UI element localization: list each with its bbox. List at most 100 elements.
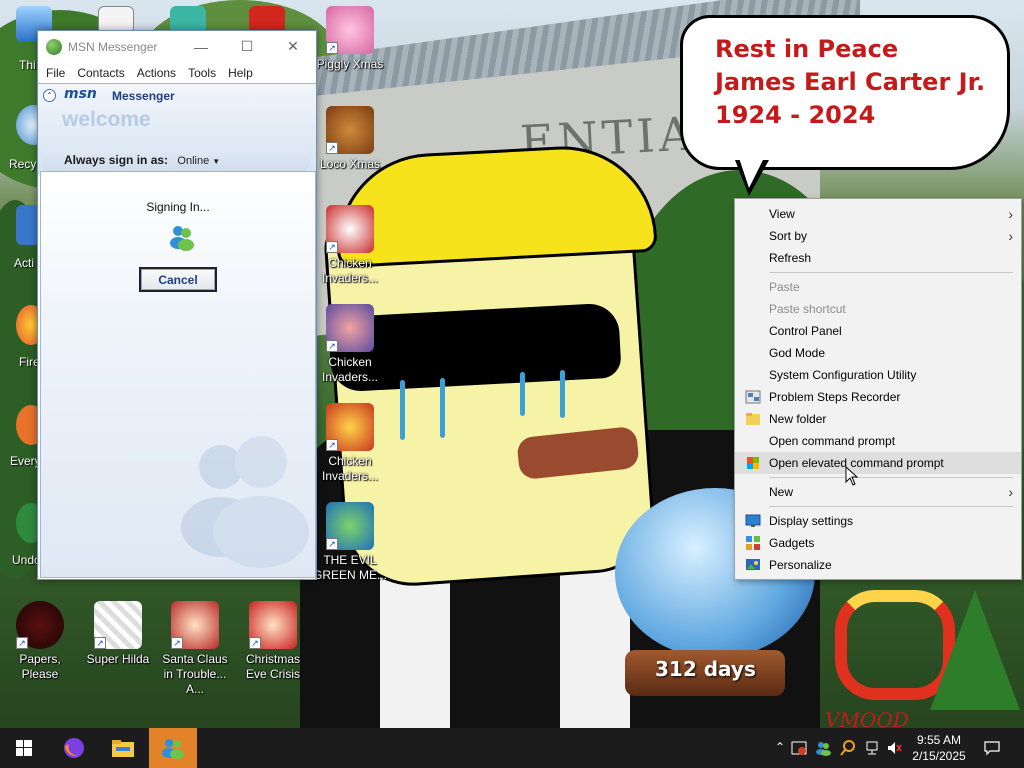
taskbar-clock[interactable]: 9:55 AM 2/15/2025: [908, 732, 970, 764]
desktop-icon-firefox[interactable]: [0, 305, 46, 348]
desktop-context-menu: View › Sort by › Refresh Paste Paste short…: [734, 198, 1022, 580]
clock-time: 9:55 AM: [916, 733, 962, 747]
menu-item-open-elevated-command-prompt[interactable]: Open elevated command prompt: [735, 452, 1021, 474]
show-hidden-icons-button[interactable]: ⌃: [775, 740, 785, 754]
christmas-tree: [930, 590, 1020, 710]
taskbar-file-explorer[interactable]: [99, 728, 147, 768]
desktop-icon-label: Thi: [19, 58, 36, 72]
bear-icon: ↗: [326, 106, 374, 154]
close-icon: ✕: [287, 38, 299, 54]
menu-item-view[interactable]: View ›: [735, 203, 1021, 225]
menu-tools[interactable]: Tools: [182, 66, 222, 80]
menu-item-system-configuration-utility[interactable]: System Configuration Utility: [735, 364, 1021, 386]
desktop-icon-everything[interactable]: [0, 405, 46, 448]
menu-separator: [769, 506, 1013, 507]
msn-tray-icon[interactable]: [815, 740, 831, 756]
desktop-icon-label: Chicken Invaders...: [321, 256, 379, 285]
window-titlebar[interactable]: MSN Messenger — ☐ ✕: [38, 31, 316, 62]
search-icon[interactable]: [840, 740, 856, 756]
chevron-right-icon: ›: [1008, 228, 1013, 244]
menu-separator: [769, 477, 1013, 478]
taskbar-msn-messenger[interactable]: [149, 728, 197, 768]
menu-item-label: View: [769, 207, 795, 221]
maximize-button[interactable]: ☐: [224, 31, 270, 62]
volume-muted-icon[interactable]: [886, 740, 902, 756]
security-center-icon[interactable]: [791, 740, 807, 756]
menu-item-label: Display settings: [769, 514, 854, 528]
shortcut-arrow-icon: ↗: [326, 142, 338, 154]
menu-separator: [769, 272, 1013, 273]
desktop-icon-the-evil-green-me[interactable]: ↗ THE EVIL GREEN ME...: [312, 502, 388, 583]
menu-help[interactable]: Help: [222, 66, 259, 80]
start-button[interactable]: [0, 728, 48, 768]
desktop-icon-label: Chicken Invaders...: [321, 355, 379, 384]
menu-bar: File Contacts Actions Tools Help: [38, 62, 316, 83]
menu-item-label: Problem Steps Recorder: [769, 390, 901, 404]
menu-item-label: New: [769, 485, 794, 499]
signing-in-text: Signing In...: [146, 200, 210, 214]
menu-item-label: Gadgets: [769, 536, 815, 550]
desktop-icon-chicken-invaders-2[interactable]: ↗ Chicken Invaders...: [312, 304, 388, 385]
menu-actions[interactable]: Actions: [131, 66, 182, 80]
menu-item-display-settings[interactable]: Display settings: [735, 510, 1021, 532]
notification-center-icon[interactable]: [984, 740, 1000, 756]
collapse-icon[interactable]: ⌃: [43, 89, 56, 102]
menu-item-new-folder[interactable]: New folder: [735, 408, 1021, 430]
desktop-icon-papers-please[interactable]: ↗ Papers, Please: [2, 601, 78, 682]
msn-buddy-icon: [162, 739, 184, 759]
desktop-icon-label: Christmas Eve Crisis: [245, 652, 300, 681]
desktop-icon-label: Acti: [14, 256, 35, 270]
status-dropdown[interactable]: Online ▼: [177, 155, 220, 167]
folder-icon: [112, 740, 134, 757]
desktop-icon-loco-xmas[interactable]: ↗ Loco Xmas: [312, 106, 388, 172]
taskbar-firefox[interactable]: [50, 728, 98, 768]
window-title: MSN Messenger: [68, 39, 158, 54]
always-sign-in-label: Always sign in as:: [64, 153, 169, 167]
desktop-icon-label: THE EVIL GREEN ME...: [312, 553, 387, 582]
msn-banner: ⌃ msn Messenger welcome Always sign in a…: [38, 83, 316, 175]
menu-item-gadgets[interactable]: Gadgets: [735, 532, 1021, 554]
tear: [440, 378, 445, 438]
menu-item-personalize[interactable]: Personalize: [735, 554, 1021, 576]
menu-item-new[interactable]: New ›: [735, 481, 1021, 503]
desktop-icon-undo[interactable]: [0, 503, 46, 546]
shortcut-arrow-icon: ↗: [94, 637, 106, 649]
network-icon[interactable]: [864, 740, 880, 756]
close-button[interactable]: ✕: [270, 31, 316, 62]
desktop-icon-super-hilda[interactable]: ↗ Super Hilda: [80, 601, 156, 667]
desktop-icon-label: Loco Xmas: [319, 157, 381, 171]
desktop-icon-piggly-xmas[interactable]: ↗ Piggly Xmas: [312, 6, 388, 72]
desktop-icon-label: Piggly Xmas: [316, 57, 384, 71]
desktop-icon-recycle-bin[interactable]: [0, 105, 52, 148]
tear: [560, 370, 565, 418]
shortcut-arrow-icon: ↗: [326, 538, 338, 550]
menu-contacts[interactable]: Contacts: [71, 66, 130, 80]
menu-file[interactable]: File: [40, 66, 71, 80]
desktop-icon-activation[interactable]: [0, 205, 46, 248]
pig-icon: ↗: [326, 6, 374, 54]
desktop-icon-chicken-invaders-3[interactable]: ↗ Chicken Invaders...: [312, 403, 388, 484]
menu-item-label: Personalize: [769, 558, 832, 572]
sign-in-panel: Signing In... Cancel: [40, 171, 316, 578]
menu-item-refresh[interactable]: Refresh: [735, 247, 1021, 269]
desktop-icon-santa-claus-in-trouble[interactable]: ↗ Santa Claus in Trouble... A...: [157, 601, 233, 697]
menu-item-control-panel[interactable]: Control Panel: [735, 320, 1021, 342]
super-hilda-icon: ↗: [94, 601, 142, 649]
msn-buddy-watermark-icon: [181, 436, 309, 568]
menu-item-sort-by[interactable]: Sort by ›: [735, 225, 1021, 247]
desktop-icon-christmas-eve-crisis[interactable]: ↗ Christmas Eve Crisis: [235, 601, 311, 682]
desktop-icon-label: Papers, Please: [19, 652, 61, 681]
msn-messenger-window: MSN Messenger — ☐ ✕ File Contacts Action…: [37, 30, 317, 580]
windows-logo-icon: [16, 740, 32, 756]
desktop-icon-chicken-invaders-1[interactable]: ↗ Chicken Invaders...: [312, 205, 388, 286]
menu-item-problem-steps-recorder[interactable]: Problem Steps Recorder: [735, 386, 1021, 408]
steps-recorder-icon: [745, 390, 761, 404]
chevron-up-icon: ⌃: [775, 740, 786, 754]
shortcut-arrow-icon: ↗: [326, 241, 338, 253]
desktop-icon-this-pc[interactable]: [0, 6, 52, 45]
menu-item-open-command-prompt[interactable]: Open command prompt: [735, 430, 1021, 452]
minimize-button[interactable]: —: [178, 31, 224, 62]
menu-item-god-mode[interactable]: God Mode: [735, 342, 1021, 364]
msn-logo-word: Messenger: [112, 89, 175, 103]
cancel-button[interactable]: Cancel: [139, 267, 217, 292]
